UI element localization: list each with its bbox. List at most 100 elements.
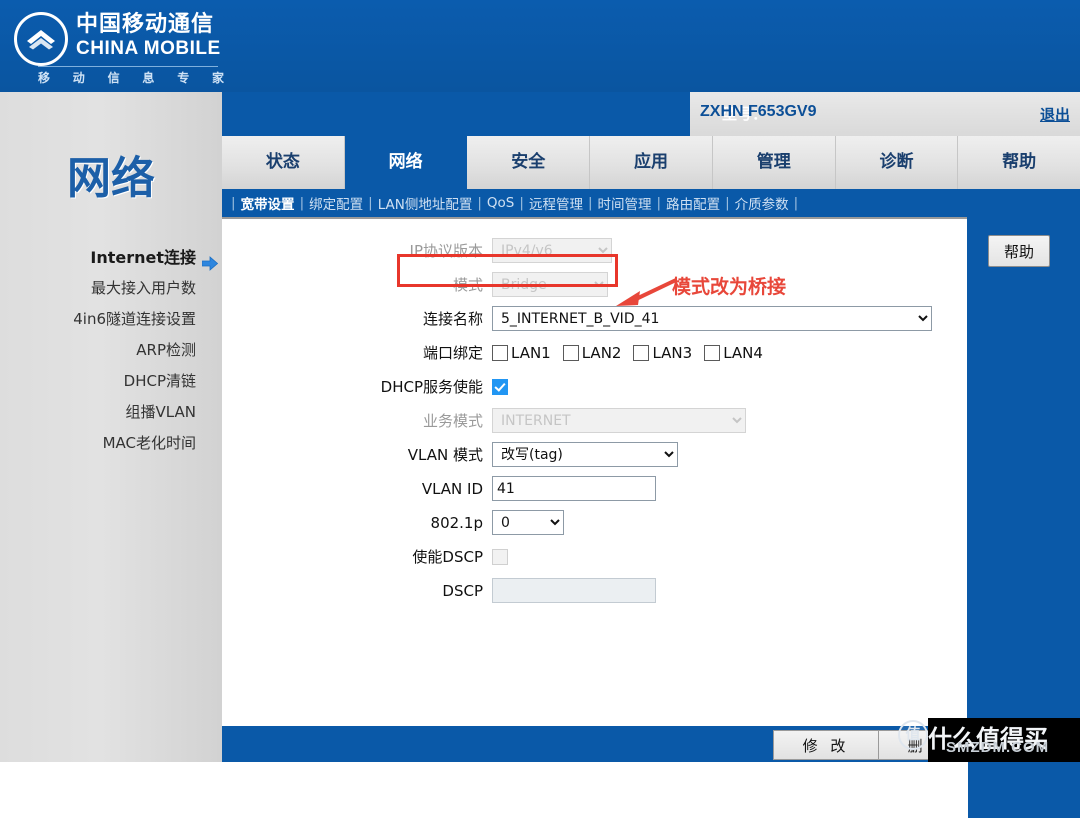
form-row-dhcp-enable: DHCP服务使能 bbox=[222, 371, 967, 402]
delete-button[interactable]: 删 除 bbox=[878, 730, 984, 760]
form-row-dscp: DSCP bbox=[222, 575, 967, 606]
subnav-separator: | bbox=[587, 195, 593, 211]
subnav-item-broadband-settings[interactable]: 宽带设置 bbox=[241, 193, 295, 213]
subnav-item-remote-management[interactable]: 远程管理 bbox=[529, 193, 583, 213]
help-button[interactable]: 帮助 bbox=[988, 235, 1050, 267]
brand-name-en: CHINA MOBILE bbox=[76, 38, 221, 59]
subnav-item-route-config[interactable]: 路由配置 bbox=[666, 193, 720, 213]
subnav-separator: | bbox=[477, 195, 482, 211]
vlan-id-input[interactable] bbox=[492, 476, 656, 501]
dscp-input[interactable] bbox=[492, 578, 656, 603]
connection-name-label: 连接名称 bbox=[422, 310, 483, 328]
slogan-char: 息 bbox=[142, 71, 155, 85]
sidebar-item-max-users[interactable]: 最大接入用户数 bbox=[0, 273, 222, 304]
sidebar-item-internet-connection[interactable]: Internet连接 bbox=[0, 242, 222, 273]
priority-8021p-label: 802.1p bbox=[430, 513, 483, 532]
logout-link[interactable]: 退出 bbox=[1040, 104, 1070, 125]
port-binding-label-lan1: LAN1 bbox=[511, 343, 551, 362]
brand-logo: 中国移动通信 CHINA MOBILE 移 动 信 息 专 家 bbox=[14, 6, 224, 86]
subnav-item-binding-config[interactable]: 绑定配置 bbox=[309, 193, 363, 213]
port-binding-label-lan4: LAN4 bbox=[723, 343, 763, 362]
form-row-service-mode: 业务模式 INTERNET bbox=[222, 405, 967, 436]
form-row-vlan-id: VLAN ID bbox=[222, 473, 967, 504]
sidebar-item-label: 组播VLAN bbox=[125, 403, 196, 421]
form-row-connection-name: 连接名称 5_INTERNET_B_VID_41 bbox=[222, 303, 967, 334]
dhcp-enable-label: DHCP服务使能 bbox=[380, 378, 483, 396]
tab-application[interactable]: 应用 bbox=[590, 136, 713, 189]
service-mode-label: 业务模式 bbox=[422, 412, 483, 430]
port-binding-label: 端口绑定 bbox=[422, 344, 483, 362]
vlan-mode-select[interactable]: 改写(tag) bbox=[492, 442, 678, 467]
sidebar-item-label: 最大接入用户数 bbox=[90, 279, 196, 297]
router-admin-page: 中国移动通信 CHINA MOBILE 移 动 信 息 专 家 网络 Inter… bbox=[0, 0, 1080, 818]
subnav-separator: | bbox=[656, 195, 662, 211]
china-mobile-logo-icon bbox=[14, 12, 68, 66]
port-binding-label-lan3: LAN3 bbox=[652, 343, 693, 362]
mode-label: 模式 bbox=[452, 276, 483, 294]
subnav-separator: | bbox=[519, 195, 524, 211]
subnav-item-qos[interactable]: QoS bbox=[487, 195, 514, 211]
brand-header: 中国移动通信 CHINA MOBILE 移 动 信 息 专 家 bbox=[0, 0, 1080, 92]
vlan-mode-label: VLAN 模式 bbox=[407, 446, 483, 464]
sidebar-item-arp-detect[interactable]: ARP检测 bbox=[0, 335, 222, 366]
subnav-separator: | bbox=[793, 195, 799, 211]
subnav-separator: | bbox=[231, 195, 236, 211]
port-binding-label-lan2: LAN2 bbox=[581, 343, 622, 362]
form-row-8021p: 802.1p 0 bbox=[222, 507, 967, 538]
form-row-dscp-enable: 使能DSCP bbox=[222, 541, 967, 572]
slogan-char: 信 bbox=[107, 71, 120, 85]
slogan-char: 家 bbox=[211, 71, 224, 85]
port-binding-checkbox-lan2[interactable] bbox=[562, 344, 579, 361]
subnav-separator: | bbox=[299, 195, 305, 211]
model-value: ZXHN F653GV9 bbox=[700, 103, 817, 120]
form-row-mode: 模式 Bridge bbox=[222, 269, 967, 300]
subnav-item-time-management[interactable]: 时间管理 bbox=[598, 193, 652, 213]
form-row-ip-version: IP协议版本 IPv4/v6 bbox=[222, 235, 967, 266]
subnav-separator: | bbox=[368, 195, 373, 211]
tab-help[interactable]: 帮助 bbox=[958, 136, 1080, 189]
slogan-char: 动 bbox=[72, 71, 85, 85]
tab-network[interactable]: 网络 bbox=[344, 136, 468, 189]
main-tabs: 状态 网络 安全 应用 管理 诊断 帮助 bbox=[222, 136, 1080, 189]
form-row-vlan-mode: VLAN 模式 改写(tag) bbox=[222, 439, 967, 470]
mode-select[interactable]: Bridge bbox=[492, 272, 608, 297]
ip-version-label: IP协议版本 bbox=[409, 242, 483, 260]
footer-buttons: 修 改 删 除 bbox=[773, 730, 984, 760]
dscp-enable-checkbox[interactable] bbox=[492, 548, 508, 565]
model-bar: 型号： ZXHN F653GV9 退出 bbox=[222, 92, 1080, 136]
sidebar-item-label: Internet连接 bbox=[90, 248, 196, 267]
sidebar-item-label: ARP检测 bbox=[136, 341, 196, 359]
form-row-port-binding: 端口绑定 LAN1 LAN2 LAN3 LAN4 bbox=[222, 337, 967, 368]
sidebar-menu: Internet连接 最大接入用户数 4in6隧道连接设置 ARP检测 DHCP… bbox=[0, 242, 222, 459]
port-binding-checkbox-lan4[interactable] bbox=[704, 344, 721, 361]
priority-8021p-select[interactable]: 0 bbox=[492, 510, 564, 535]
content-area: 型号： ZXHN F653GV9 退出 状态 网络 安全 应用 管理 诊断 帮助… bbox=[222, 92, 1080, 818]
brand-divider bbox=[38, 66, 218, 67]
port-binding-checkbox-lan3[interactable] bbox=[633, 344, 650, 361]
brand-name-cn: 中国移动通信 bbox=[76, 12, 215, 37]
subnav-item-media-params[interactable]: 介质参数 bbox=[735, 193, 789, 213]
dscp-label: DSCP bbox=[442, 581, 483, 600]
arrow-right-icon bbox=[201, 250, 219, 271]
sidebar-item-mac-aging-time[interactable]: MAC老化时间 bbox=[0, 428, 222, 459]
dscp-enable-label: 使能DSCP bbox=[412, 548, 483, 566]
sidebar-item-4in6-tunnel[interactable]: 4in6隧道连接设置 bbox=[0, 304, 222, 335]
slogan-char: 移 bbox=[38, 71, 51, 85]
sidebar-item-multicast-vlan[interactable]: 组播VLAN bbox=[0, 397, 222, 428]
sidebar-item-dhcp-clear[interactable]: DHCP清链 bbox=[0, 366, 222, 397]
subnav-item-lan-address-config[interactable]: LAN侧地址配置 bbox=[378, 193, 473, 213]
slogan-char: 专 bbox=[177, 71, 190, 85]
modify-button[interactable]: 修 改 bbox=[773, 730, 879, 760]
footer-bar: 修 改 删 除 bbox=[222, 726, 1080, 762]
connection-name-select[interactable]: 5_INTERNET_B_VID_41 bbox=[492, 306, 932, 331]
tab-diagnosis[interactable]: 诊断 bbox=[836, 136, 959, 189]
brand-slogan: 移 动 信 息 专 家 bbox=[38, 69, 224, 86]
dhcp-enable-checkbox[interactable] bbox=[492, 378, 508, 395]
ip-version-select[interactable]: IPv4/v6 bbox=[492, 238, 612, 263]
tab-security[interactable]: 安全 bbox=[467, 136, 591, 189]
tab-management[interactable]: 管理 bbox=[713, 136, 836, 189]
tab-status[interactable]: 状态 bbox=[222, 136, 345, 189]
port-binding-checkbox-lan1[interactable] bbox=[492, 344, 508, 361]
page-title: 网络 bbox=[67, 153, 155, 204]
service-mode-select[interactable]: INTERNET bbox=[492, 408, 746, 433]
